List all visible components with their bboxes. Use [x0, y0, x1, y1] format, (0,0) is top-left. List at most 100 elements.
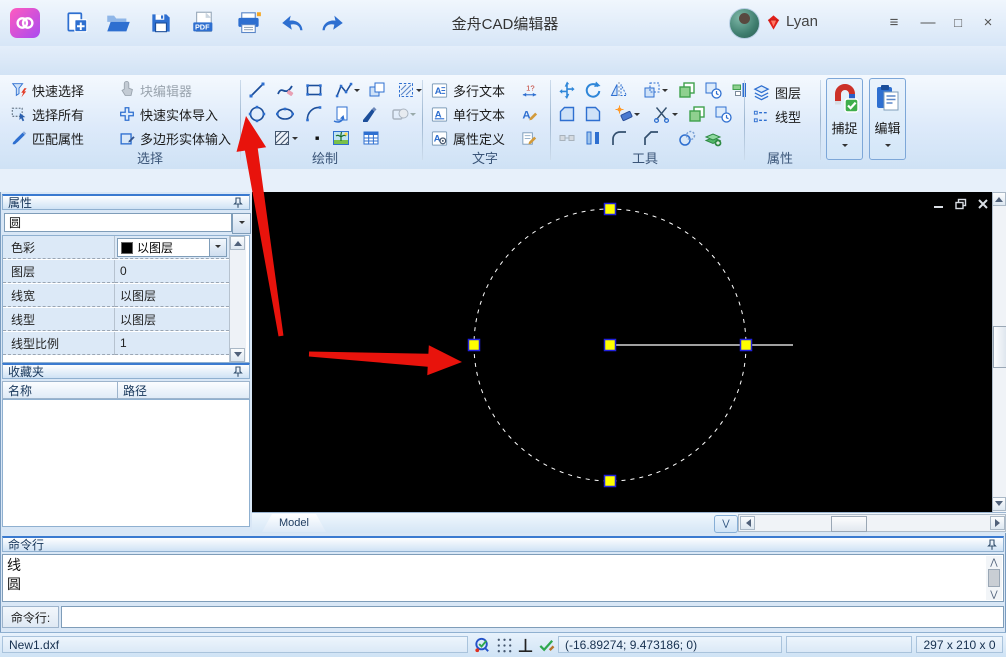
mirror-button[interactable]	[608, 79, 630, 101]
property-row-layer[interactable]: 图层 0	[3, 260, 229, 284]
match-properties-button[interactable]: 匹配属性	[10, 127, 84, 149]
chamfer-button[interactable]	[640, 127, 662, 149]
revision-import-button[interactable]	[330, 103, 352, 125]
draft-check-icon[interactable]	[536, 635, 556, 655]
menu-icon[interactable]: ≡	[882, 10, 906, 34]
freehand-pen-button[interactable]	[358, 103, 380, 125]
draw-line-button[interactable]	[246, 79, 268, 101]
draw-rectangle-button[interactable]	[303, 79, 325, 101]
draw-region-button[interactable]	[392, 79, 426, 101]
property-row-color[interactable]: 色彩 以图层	[3, 236, 229, 260]
mtext-button[interactable]: 多行文本	[430, 79, 505, 101]
user-avatar[interactable]	[729, 8, 760, 39]
scroll-down-button[interactable]	[992, 497, 1006, 511]
insert-table-button[interactable]	[360, 127, 382, 149]
pin-icon[interactable]	[232, 197, 244, 209]
drawing-canvas[interactable]	[252, 192, 992, 512]
entity-selector[interactable]: 圆	[4, 213, 232, 232]
draw-circle-button[interactable]	[246, 103, 268, 125]
new-file-button[interactable]	[60, 7, 94, 39]
favorites-list[interactable]	[2, 399, 250, 527]
quick-entity-import-button[interactable]: 快速实体导入	[118, 103, 218, 125]
redo-button[interactable]	[314, 7, 348, 39]
array-clock-button[interactable]	[702, 79, 724, 101]
snap-dropdown-arrow[interactable]	[842, 144, 848, 150]
scroll-down-button[interactable]	[230, 348, 245, 362]
canvas-vertical-scrollbar[interactable]	[992, 192, 1006, 512]
draw-arc-button[interactable]	[303, 103, 325, 125]
align-button[interactable]	[728, 79, 750, 101]
undo-button[interactable]	[276, 7, 310, 39]
snap-button[interactable]: 捕捉	[826, 78, 863, 160]
favorites-col-name[interactable]: 名称	[2, 381, 118, 399]
open-file-button[interactable]	[101, 7, 135, 39]
scroll-up-button[interactable]	[230, 236, 245, 250]
copy-nested-button[interactable]	[686, 103, 708, 125]
command-panel-header[interactable]: 命令行	[2, 536, 1004, 552]
scroll-left-button[interactable]	[740, 516, 755, 530]
maximize-button[interactable]: □	[946, 10, 970, 34]
select-all-button[interactable]: 选择所有	[10, 103, 84, 125]
boundary-a-button[interactable]	[556, 103, 578, 125]
grid-dots-icon[interactable]	[494, 635, 514, 655]
app-logo-icon[interactable]	[10, 8, 40, 38]
erase-button[interactable]	[610, 103, 644, 125]
command-history[interactable]: 线 圆	[2, 554, 1004, 602]
canvas-horizontal-scrollbar[interactable]	[738, 514, 1006, 532]
properties-panel-header[interactable]: 属性	[2, 194, 250, 210]
horizontal-scroll-thumb[interactable]	[831, 516, 867, 532]
color-dropdown-arrow[interactable]	[209, 239, 226, 256]
scroll-up-button[interactable]	[992, 192, 1006, 206]
doc-restore-icon[interactable]	[952, 197, 970, 211]
draw-point-button[interactable]	[306, 127, 328, 149]
command-history-scrollbar[interactable]: ⋀ ⋁	[986, 556, 1002, 600]
hatch-button[interactable]	[268, 127, 302, 149]
shapes-button-disabled[interactable]	[386, 103, 420, 125]
rotate-button[interactable]	[582, 79, 604, 101]
minimize-button[interactable]: —	[916, 10, 940, 34]
explode-button[interactable]	[702, 127, 724, 149]
save-file-button[interactable]	[144, 7, 178, 39]
export-pdf-button[interactable]	[187, 7, 221, 39]
layout-collapse-chevron[interactable]: ⋁	[714, 515, 738, 533]
color-combobox[interactable]: 以图层	[117, 238, 227, 257]
draw-polyline-button[interactable]	[330, 79, 364, 101]
fillet-button[interactable]	[608, 127, 630, 149]
property-row-lineweight[interactable]: 线宽 以图层	[3, 284, 229, 308]
favorites-col-path[interactable]: 路径	[117, 381, 250, 399]
polygon-entity-input-button[interactable]: 多边形实体输入	[118, 127, 231, 149]
offset-button[interactable]	[582, 127, 604, 149]
doc-minimize-icon[interactable]	[930, 197, 948, 211]
annotation-edit-button[interactable]	[518, 127, 540, 149]
insert-image-button[interactable]	[330, 127, 352, 149]
copy-button[interactable]	[676, 79, 698, 101]
user-name[interactable]: Lyan	[786, 13, 818, 30]
perpendicular-icon[interactable]	[515, 635, 535, 655]
scroll-down-chevron[interactable]: ⋁	[986, 588, 1002, 600]
scale-button[interactable]	[638, 79, 672, 101]
trim-button[interactable]	[648, 103, 682, 125]
draw-ellipse-button[interactable]	[274, 103, 296, 125]
edit-button[interactable]: 编辑	[869, 78, 906, 160]
draw-spline-button[interactable]	[274, 79, 296, 101]
print-button[interactable]	[231, 7, 265, 39]
measure-disabled-button[interactable]	[556, 127, 578, 149]
scroll-thumb[interactable]	[988, 569, 1000, 587]
object-snap-icon[interactable]	[472, 635, 492, 655]
pin-icon[interactable]	[232, 366, 244, 378]
boundary-b-button[interactable]	[582, 103, 604, 125]
block-editor-button[interactable]: 块编辑器	[118, 79, 192, 101]
move-button[interactable]	[556, 79, 578, 101]
quick-select-button[interactable]: 快速选择	[10, 79, 84, 101]
group-circles-button[interactable]	[676, 127, 698, 149]
insert-block-button[interactable]	[366, 79, 388, 101]
pin-icon[interactable]	[986, 539, 998, 551]
doc-close-icon[interactable]	[974, 197, 992, 211]
model-tab[interactable]: Model	[262, 514, 326, 532]
dimension-button[interactable]	[518, 79, 540, 101]
property-row-linetype-scale[interactable]: 线型比例 1	[3, 332, 229, 356]
command-input[interactable]	[61, 606, 1004, 628]
stext-button[interactable]: 单行文本	[430, 103, 505, 125]
favorites-panel-header[interactable]: 收藏夹	[2, 363, 250, 379]
attribute-define-button[interactable]: 属性定义	[430, 127, 505, 149]
